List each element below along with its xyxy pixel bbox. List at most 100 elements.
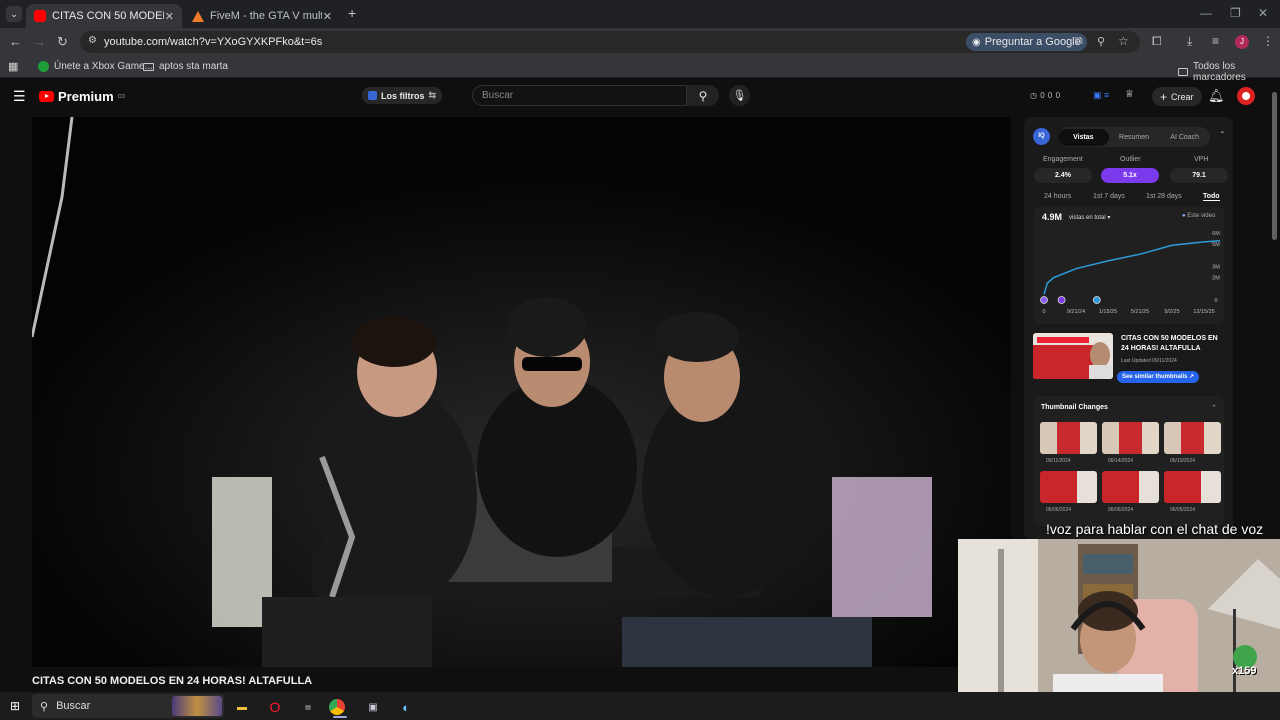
- chrome-icon[interactable]: [329, 699, 345, 715]
- reload-icon[interactable]: ↻: [57, 34, 68, 50]
- active-app-indicator: [333, 716, 347, 718]
- google-lens-icon: ◉: [972, 36, 981, 48]
- thumb-changes-collapse-icon[interactable]: ⌃: [1211, 404, 1217, 412]
- last-updated: Last Updated 09/11/2024: [1121, 358, 1177, 364]
- bookmark-star-icon[interactable]: ☆: [1118, 34, 1129, 48]
- site-info-icon[interactable]: ⚙: [88, 35, 97, 46]
- close-tab-icon[interactable]: ✕: [323, 10, 332, 23]
- app-window-icon[interactable]: ▣: [362, 696, 384, 718]
- thumbnail-change-image[interactable]: [1164, 471, 1221, 503]
- search-icon: ⚲: [698, 88, 708, 103]
- video-player[interactable]: [32, 117, 1011, 667]
- thumbnail-change-marker[interactable]: [1057, 296, 1066, 304]
- channel-avatar[interactable]: [1237, 87, 1255, 105]
- thumbnail-change-marker[interactable]: [1092, 296, 1101, 304]
- opera-icon[interactable]: O: [264, 696, 286, 718]
- iq-badge[interactable]: IQ: [1033, 128, 1050, 145]
- folder-icon: [143, 62, 154, 71]
- filters-button[interactable]: Los filtros ⇆: [362, 87, 443, 104]
- bookmark-folder-aptos[interactable]: aptos sta marta: [143, 61, 228, 72]
- tab-youtube[interactable]: CITAS CON 50 MODELOS EN 24 ✕: [26, 4, 182, 28]
- zoom-icon[interactable]: ⚲: [1097, 35, 1105, 48]
- search-icon: ⚲: [40, 700, 49, 713]
- apps-grid-icon[interactable]: ▦: [8, 60, 18, 73]
- taskbar-search[interactable]: ⚲ Buscar: [32, 694, 224, 718]
- profile-avatar[interactable]: J: [1235, 35, 1249, 49]
- tab-label: FiveM - the GTA V multiplayer: [210, 10, 322, 22]
- youtube-premium-logo[interactable]: Premium CO: [39, 89, 125, 104]
- hamburger-menu-icon[interactable]: ☰: [13, 88, 26, 105]
- period-7d[interactable]: 1st 7 days: [1093, 193, 1125, 200]
- period-28d[interactable]: 1st 28 days: [1146, 193, 1182, 200]
- thumbnail-change-date: 06/10/2024: [1170, 458, 1196, 464]
- page-scrollbar[interactable]: [1272, 92, 1277, 240]
- y-tick-label: 0: [1214, 298, 1217, 304]
- ask-google-button[interactable]: ◉ Preguntar a Google: [966, 33, 1087, 51]
- create-button[interactable]: + Crear: [1152, 87, 1202, 106]
- bookmark-xbox[interactable]: Únete a Xbox Game...: [38, 61, 153, 72]
- xbox-icon: [38, 61, 49, 72]
- microphone-icon: 🎙: [732, 90, 747, 102]
- see-similar-label: See similar thumbnails: [1122, 374, 1188, 380]
- metric-label-outlier: Outlier: [1120, 156, 1141, 163]
- launcher-app-icon[interactable]: ▤: [297, 696, 319, 718]
- video-thumbnail[interactable]: [1033, 333, 1113, 379]
- forward-icon[interactable]: →: [33, 34, 46, 49]
- tab-label: CITAS CON 50 MODELOS EN 24: [52, 10, 164, 22]
- extension-counters[interactable]: ◷ 0 0 0: [1030, 91, 1061, 100]
- menu-dots-icon[interactable]: ⋮: [1262, 34, 1274, 48]
- thumbnail-change-marker[interactable]: [1040, 296, 1048, 304]
- extensions-icon[interactable]: ⧠: [1152, 34, 1162, 49]
- windows-start-icon[interactable]: ⊞: [10, 699, 20, 713]
- minimize-icon[interactable]: —: [1200, 6, 1212, 20]
- tab-search-icon[interactable]: ⌄: [6, 6, 22, 22]
- tab-ai-coach[interactable]: AI Coach: [1159, 134, 1210, 141]
- youtube-play-icon: [39, 91, 54, 102]
- views-chart: 0 9/21/24 1/15/25 5/21/25 9/2/25 12/15/25 6M 5M…: [1034, 207, 1224, 324]
- x-tick-label: 0: [1042, 309, 1045, 315]
- period-all[interactable]: Todo: [1203, 193, 1220, 201]
- reading-list-icon[interactable]: ≡: [1212, 34, 1219, 48]
- restore-icon[interactable]: ❐: [1230, 6, 1241, 20]
- clock-icon: ◷: [1030, 91, 1038, 100]
- back-icon[interactable]: ←: [9, 34, 22, 49]
- voice-search-button[interactable]: 🎙: [729, 85, 750, 106]
- extension-tools-icon[interactable]: ▣ ≡: [1093, 90, 1109, 101]
- see-similar-button[interactable]: See similar thumbnails ↗: [1117, 371, 1200, 383]
- notifications-bell-icon[interactable]: 🔔︎: [1208, 88, 1225, 104]
- thumbnail-change-image[interactable]: [1040, 422, 1097, 454]
- search-button[interactable]: ⚲: [687, 85, 719, 106]
- taskbar-search-label: Buscar: [56, 700, 91, 712]
- tab-fivem[interactable]: FiveM - the GTA V multiplayer ✕: [184, 4, 340, 28]
- thumbnail-change-image[interactable]: [1102, 422, 1159, 454]
- period-24h[interactable]: 24 hours: [1044, 193, 1071, 200]
- counters-text: 0 0 0: [1040, 91, 1061, 100]
- tab-resumen[interactable]: Resumen: [1109, 134, 1160, 141]
- x-tick-label: 12/15/25: [1193, 309, 1214, 315]
- new-tab-button[interactable]: +: [348, 5, 356, 21]
- thumbnail-change-date: 06/14/2024: [1108, 458, 1134, 464]
- close-window-icon[interactable]: ✕: [1258, 6, 1268, 20]
- thumbnail-change-image[interactable]: [1040, 471, 1097, 503]
- downloads-icon[interactable]: ⤓: [1187, 34, 1192, 49]
- thumb-title: CITAS CON 50 MODELOS EN 24 HORAS! ALTAFU…: [1121, 335, 1218, 352]
- y-tick-label: 6M: [1212, 231, 1220, 237]
- bookmarks-bar: ▦ Únete a Xbox Game... aptos sta marta T…: [0, 56, 1280, 83]
- collapse-chevron-icon[interactable]: ⌃: [1219, 130, 1226, 139]
- thumbnail-change-date: 09/11/2024: [1046, 458, 1071, 464]
- tab-vistas[interactable]: Vistas: [1058, 128, 1109, 146]
- cast-icon[interactable]: ⧉: [1075, 35, 1083, 48]
- thumbnail-image: [1033, 333, 1113, 379]
- thumbnail-change-image[interactable]: [1102, 471, 1159, 503]
- x-tick-label: 9/2/25: [1164, 309, 1179, 315]
- metric-value-outlier: 5.1x: [1101, 168, 1159, 183]
- search-input[interactable]: Buscar: [472, 85, 687, 106]
- thumbnail-change-image[interactable]: [1164, 422, 1221, 454]
- search-highlight-image: [172, 696, 222, 716]
- file-explorer-icon[interactable]: ▬: [231, 696, 253, 718]
- views-total-dropdown[interactable]: vistas en total ▾: [1069, 214, 1110, 221]
- close-tab-icon[interactable]: ✕: [165, 10, 174, 23]
- stream-overlay-text: !voz para hablar con el chat de voz: [1046, 521, 1264, 537]
- steam-icon[interactable]: ◐: [395, 696, 417, 718]
- trophy-icon[interactable]: ♕: [1125, 89, 1134, 100]
